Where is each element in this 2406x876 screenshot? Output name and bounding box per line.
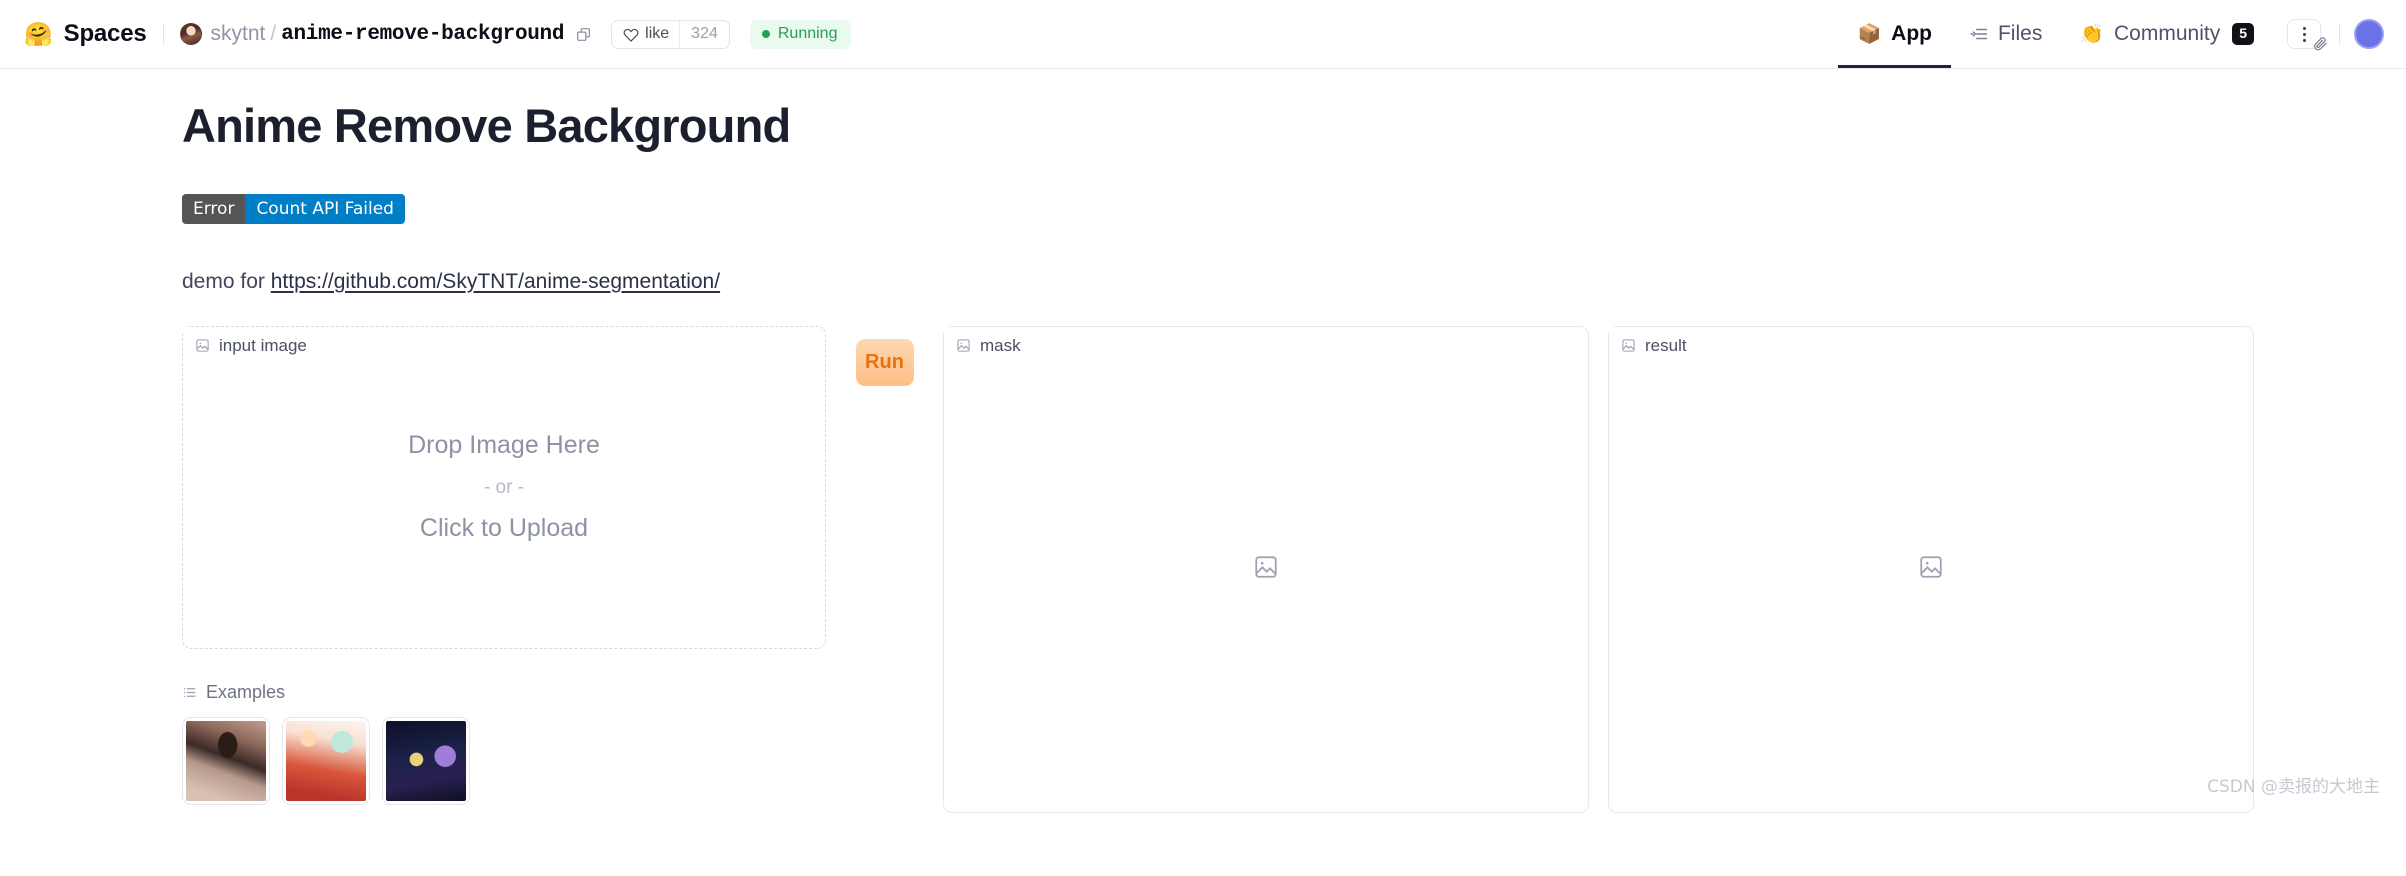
page-title: Anime Remove Background — [182, 99, 791, 152]
tab-files[interactable]: Files — [1951, 0, 2061, 68]
example-thumbnail-1[interactable] — [182, 716, 270, 805]
tab-app[interactable]: 📦 App — [1838, 0, 1951, 68]
github-repo-link[interactable]: https://github.com/SkyTNT/anime-segmenta… — [271, 270, 720, 293]
image-icon — [1621, 338, 1636, 353]
example-image-2 — [286, 720, 366, 801]
breadcrumb-separator: / — [270, 22, 277, 45]
image-icon — [956, 338, 971, 353]
more-options-icon — [2302, 26, 2306, 42]
example-image-3 — [386, 720, 466, 801]
breadcrumb-owner-link[interactable]: skytnt — [211, 22, 266, 46]
examples-list — [182, 716, 826, 805]
heart-icon — [623, 28, 639, 42]
shield-right-label: Count API Failed — [245, 193, 405, 224]
like-group[interactable]: like 324 — [611, 19, 730, 49]
input-image-label: input image — [183, 326, 320, 365]
input-column: input image Drop Image Here - or - Click… — [182, 325, 826, 805]
paperclip-icon — [2313, 36, 2328, 55]
huggingface-logo-icon: 🤗 — [24, 20, 53, 47]
status-shield-badge: Error Count API Failed — [182, 193, 405, 224]
run-button[interactable]: Run — [855, 338, 914, 386]
header-left-group: 🤗 Spaces skytnt / anime-remove-backgroun… — [24, 19, 852, 49]
breadcrumb: skytnt / anime-remove-background — [179, 22, 592, 46]
breadcrumb-repo-link[interactable]: anime-remove-background — [281, 23, 564, 46]
header-right-divider — [2339, 23, 2340, 45]
shield-left-label: Error — [182, 193, 246, 224]
description-text: demo for https://github.com/SkyTNT/anime… — [182, 270, 2406, 294]
result-label-text: result — [1645, 335, 1687, 355]
cube-icon: 📦 — [1857, 23, 1882, 45]
like-label: like — [645, 25, 670, 42]
image-placeholder-icon — [1918, 554, 1944, 585]
wave-hand-icon: 👏 — [2080, 23, 2104, 45]
watermark: CSDN @卖报的大地主 — [2207, 776, 2380, 797]
user-avatar[interactable] — [2354, 19, 2384, 49]
example-image-1 — [186, 720, 266, 801]
status-badge: Running — [749, 19, 852, 49]
example-thumbnail-3[interactable] — [382, 716, 470, 805]
result-label: result — [1609, 326, 1700, 365]
top-navigation-bar: 🤗 Spaces skytnt / anime-remove-backgroun… — [0, 0, 2406, 69]
header-right-group: 📦 App Files 👏 Community 5 — [1838, 0, 2384, 68]
result-output-panel[interactable]: result — [1608, 325, 2254, 813]
image-placeholder-icon — [1253, 554, 1279, 585]
mask-output-panel[interactable]: mask — [943, 325, 1589, 813]
tab-files-label: Files — [1997, 22, 2043, 45]
owner-avatar — [179, 23, 202, 45]
click-to-upload-text[interactable]: Click to Upload — [420, 516, 588, 541]
spaces-label: Spaces — [63, 20, 147, 47]
header-divider — [162, 23, 164, 45]
tab-community-label: Community — [2114, 22, 2221, 45]
mask-label-text: mask — [980, 335, 1021, 355]
input-image-label-text: input image — [219, 335, 307, 355]
panels-row: input image Drop Image Here - or - Click… — [182, 325, 2406, 813]
community-count-badge: 5 — [2232, 23, 2254, 45]
example-thumbnail-2[interactable] — [282, 716, 370, 805]
drop-image-text: Drop Image Here — [408, 431, 600, 460]
like-button[interactable]: like — [612, 21, 679, 48]
files-icon — [1970, 25, 1988, 43]
image-icon — [195, 338, 210, 353]
tab-community[interactable]: 👏 Community 5 — [2061, 0, 2273, 68]
list-icon — [182, 685, 197, 700]
app-content: Anime Remove Background Error Count API … — [0, 69, 2406, 813]
examples-header: Examples — [182, 682, 826, 703]
page-body: Anime Remove Background Error Count API … — [0, 69, 2406, 813]
status-label: Running — [777, 25, 838, 42]
examples-label-text: Examples — [206, 681, 286, 702]
tab-app-label: App — [1891, 22, 1932, 45]
status-dot-icon — [761, 30, 770, 38]
more-options-button[interactable] — [2287, 19, 2327, 51]
mask-label: mask — [944, 326, 1034, 365]
like-count: 324 — [679, 20, 729, 48]
or-separator-text: - or - — [483, 477, 525, 499]
input-image-dropzone[interactable]: input image Drop Image Here - or - Click… — [182, 325, 826, 649]
run-button-container: Run — [826, 326, 943, 386]
copy-icon[interactable] — [576, 27, 591, 42]
description-prefix: demo for — [182, 269, 271, 293]
spaces-home-link[interactable]: 🤗 Spaces — [24, 20, 147, 48]
